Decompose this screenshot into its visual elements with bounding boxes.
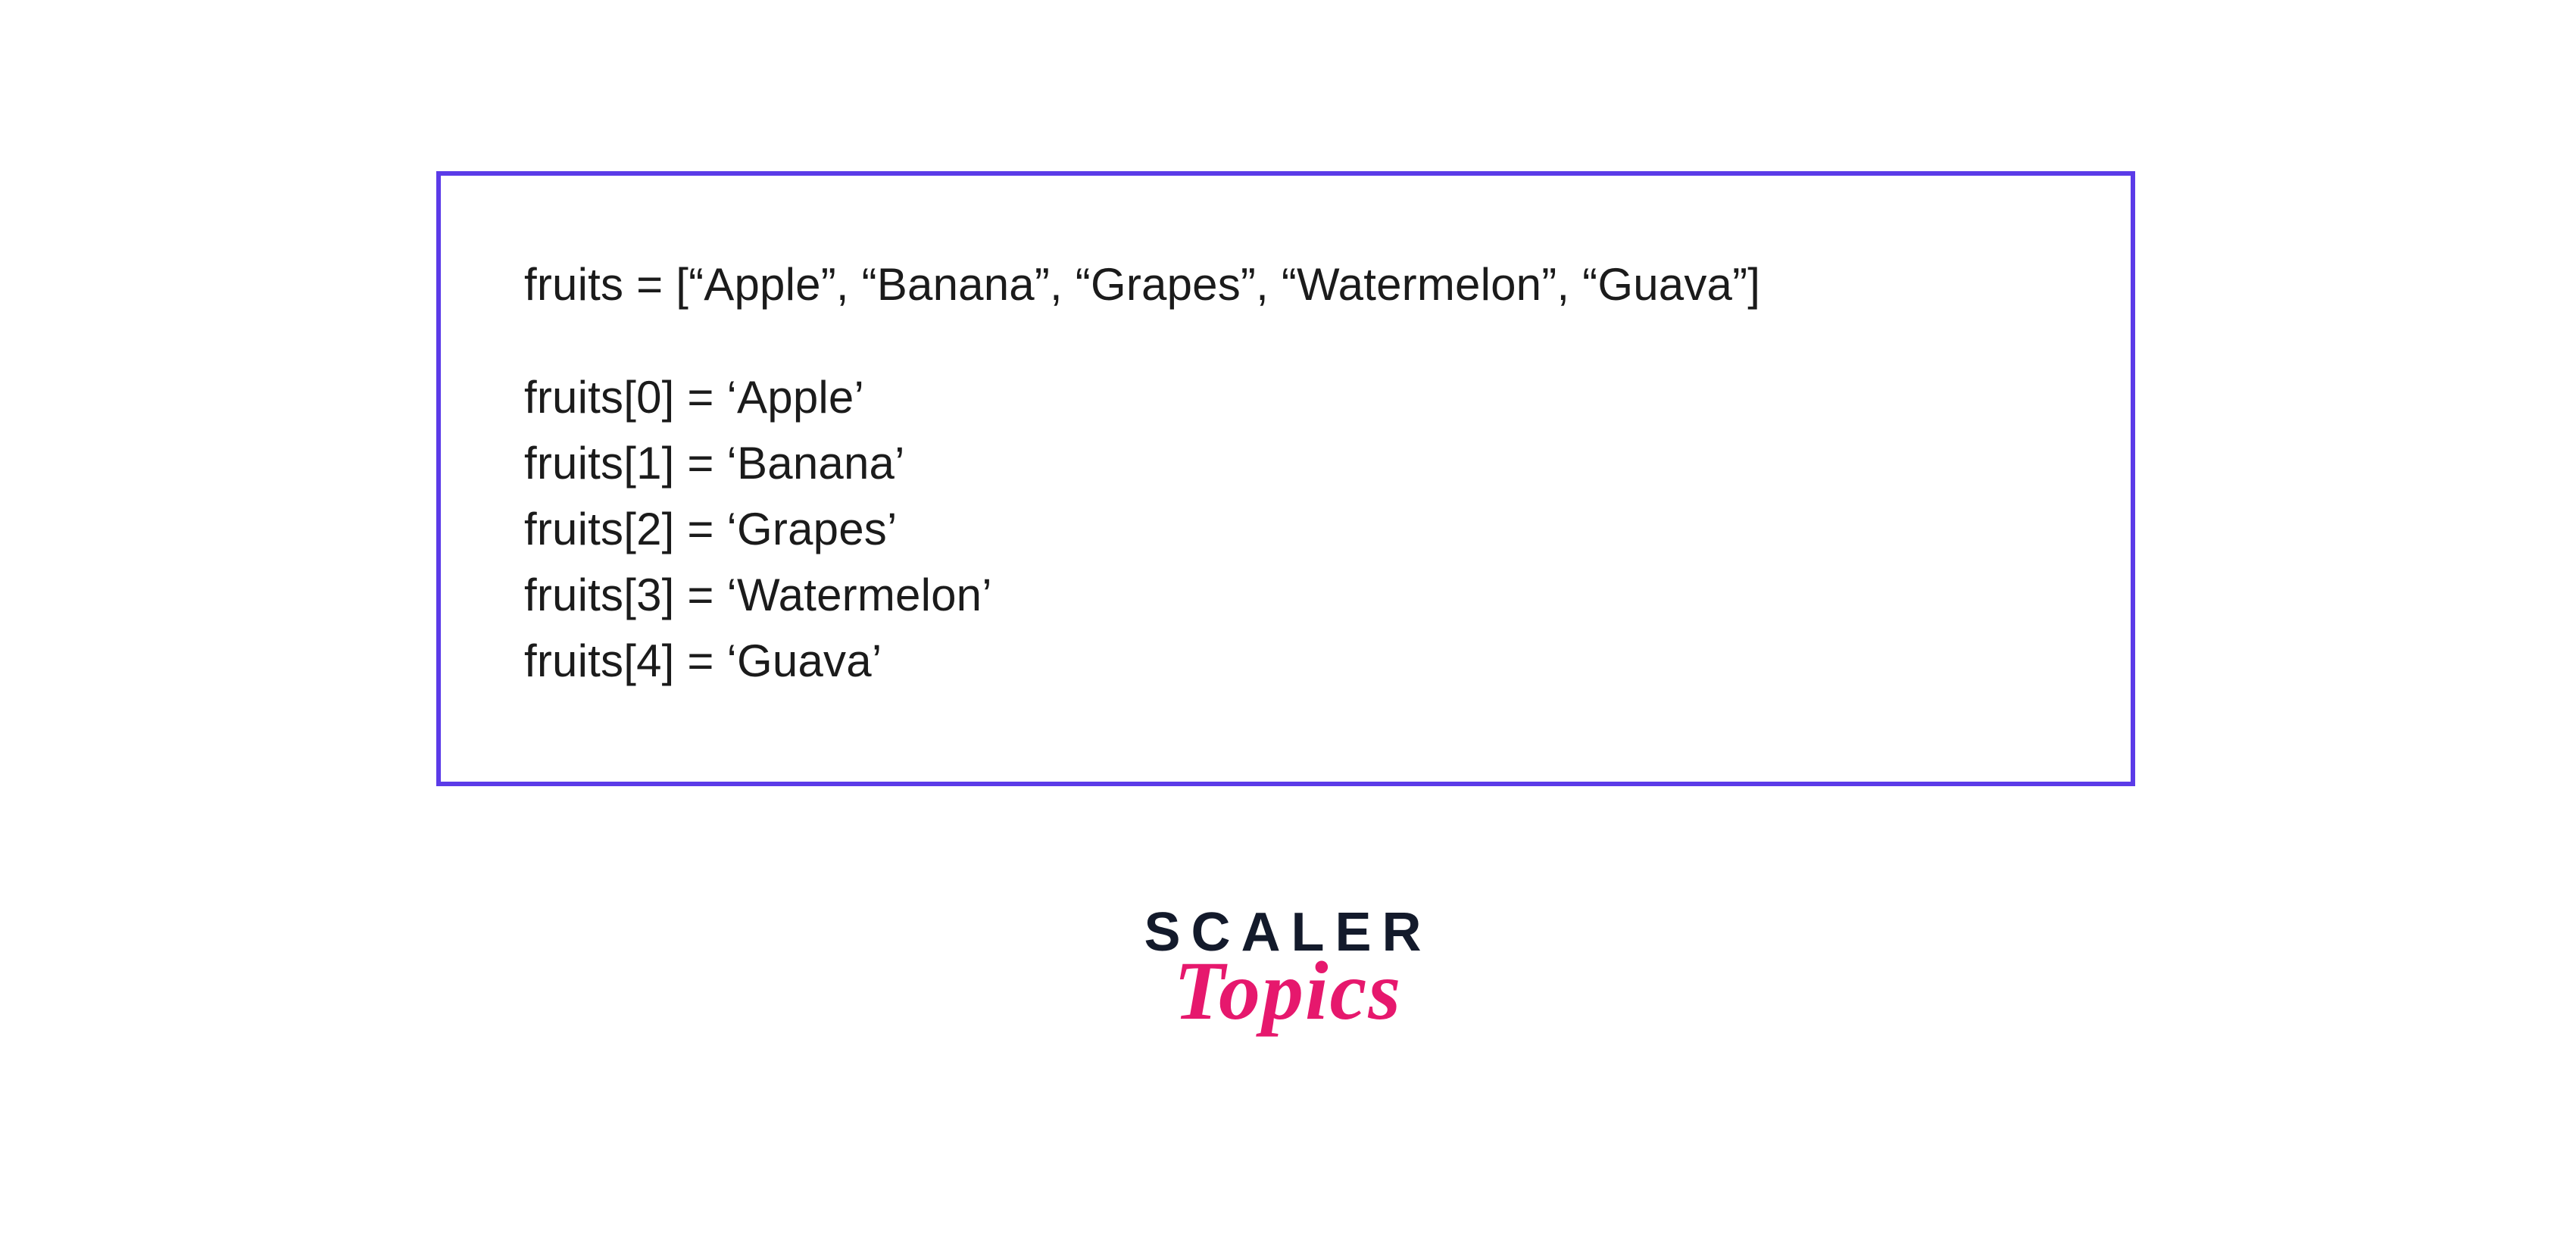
code-index-line-1: fruits[1] = ‘Banana’ [524,430,2055,496]
code-example-box: fruits = [“Apple”, “Banana”, “Grapes”, “… [436,171,2135,786]
logo-word-topics: Topics [1099,954,1478,1029]
code-index-line-2: fruits[2] = ‘Grapes’ [524,496,2055,562]
blank-line [524,317,2055,364]
code-index-line-0: fruits[0] = ‘Apple’ [524,364,2055,430]
code-index-line-4: fruits[4] = ‘Guava’ [524,628,2055,694]
code-index-line-3: fruits[3] = ‘Watermelon’ [524,562,2055,628]
scaler-topics-logo: SCALER Topics [1099,905,1478,1029]
code-declaration-line: fruits = [“Apple”, “Banana”, “Grapes”, “… [524,251,2055,317]
document-canvas: fruits = [“Apple”, “Banana”, “Grapes”, “… [0,0,2576,1252]
